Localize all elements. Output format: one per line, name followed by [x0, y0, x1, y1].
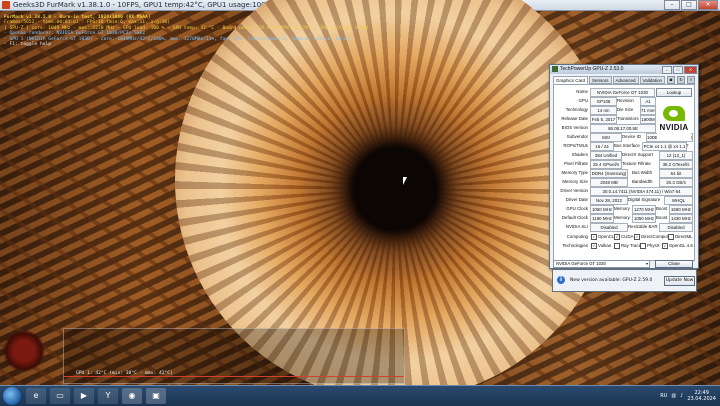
row-memory-type: Memory Type DDR4 (Samsung) Bus Width 64 …	[554, 168, 694, 178]
media-player-icon[interactable]: ▶	[74, 388, 94, 404]
directml-checkbox[interactable]	[668, 233, 674, 240]
network-icon[interactable]: ▥	[671, 393, 676, 399]
gpuz-window: TechPowerUp GPU-Z 2.53.0 – □ ✕ Graphics …	[549, 64, 699, 269]
yandex-browser-icon[interactable]: Y	[98, 388, 118, 404]
gpuz-window-title: TechPowerUp GPU-Z 2.53.0	[560, 66, 624, 72]
ie-icon[interactable]: e	[26, 388, 46, 404]
taskbar: e ▭ ▶ Y ◉ ▣ RU ▥ ♪ 22:49 23.04.2024	[0, 385, 720, 406]
gpuz-app-icon	[552, 66, 558, 72]
gpuz-close-dialog-button[interactable]: Close	[655, 260, 693, 268]
graphics-card-panel: Name NVIDIA GeForce GT 1030 Lookup GPU G…	[553, 84, 695, 261]
camera-icon[interactable]: ◙	[667, 76, 675, 84]
update-message: New version available: GPU-Z 2.59.0	[570, 278, 653, 283]
system-tray: RU ▥ ♪ 22:49 23.04.2024	[660, 386, 720, 406]
furmark-window-title: Geeks3D FurMark v1.38.1.0 - 10FPS, GPU1 …	[13, 1, 273, 9]
raytracing-checkbox[interactable]	[614, 242, 620, 249]
gpuz-minimize-button[interactable]: –	[662, 66, 672, 74]
language-indicator[interactable]: RU	[660, 393, 667, 399]
gpuz-titlebar[interactable]: TechPowerUp GPU-Z 2.53.0 – □ ✕	[550, 65, 698, 74]
tab-advanced[interactable]: Advanced	[612, 76, 639, 84]
physx-checkbox[interactable]	[640, 242, 646, 249]
maximize-button[interactable]: □	[681, 0, 697, 10]
cuda-checkbox[interactable]: ✓	[614, 233, 620, 240]
tab-validation[interactable]: Validation	[639, 76, 665, 84]
info-icon: i	[557, 276, 565, 284]
tab-sensors[interactable]: Sensors	[589, 76, 612, 84]
opencl-checkbox[interactable]: ✓	[591, 233, 597, 240]
clock[interactable]: 22:49 23.04.2024	[687, 390, 716, 402]
row-computing: Computing ✓ OpenCL ✓ CUDA ✓ DirectCompute D…	[566, 233, 693, 240]
nvidia-logo: NVIDIA	[657, 104, 691, 140]
row-fillrate: Pixel Fillrate 25.4 GPixel/s Texture Fil…	[554, 159, 694, 169]
gpuz-tabs: Graphics Card Sensors Advanced Validatio…	[553, 76, 665, 84]
row-default-clock: Default Clock 1190 MHz Memory 1050 MHz B…	[561, 214, 693, 223]
furmark-taskbar-icon[interactable]: ◉	[122, 388, 142, 404]
help-icon[interactable]: ?	[686, 141, 688, 150]
start-button[interactable]	[3, 387, 21, 405]
tab-graphics-card[interactable]: Graphics Card	[553, 76, 589, 84]
directcompute-checkbox[interactable]: ✓	[634, 233, 640, 240]
refresh-icon[interactable]: ↻	[677, 76, 685, 84]
explorer-icon[interactable]: ▭	[50, 388, 70, 404]
close-button[interactable]: ✕	[698, 0, 718, 10]
mouse-cursor-icon	[403, 177, 409, 185]
menu-icon[interactable]: ≡	[687, 76, 695, 84]
temperature-graph-label: GPU 1: 42°C (min: 38°C - max: 42°C)	[76, 371, 173, 376]
opengl-checkbox[interactable]: ✓	[662, 242, 668, 249]
row-driver-version: Driver Version 30.0.14.7411 (NVIDIA 474.…	[554, 186, 694, 196]
gpuz-taskbar-icon[interactable]: ▣	[146, 388, 166, 404]
hud-gpu1: - GPU 1 (NVIDIA GeForce GT 1030) - core:…	[4, 36, 350, 42]
row-name: Name NVIDIA GeForce GT 1030 Lookup	[554, 87, 694, 97]
row-memory-size: Memory Size 2048 MB Bandwidth 20.3 GB/s	[554, 177, 694, 187]
row-gpu-clock: GPU Clock 1050 MHz Memory 1270 MHz Boost…	[566, 205, 693, 214]
update-notification: i New version available: GPU-Z 2.59.0 Up…	[552, 269, 697, 292]
gpu-select-dropdown[interactable]: NVIDIA GeForce GT 1030 ▾	[553, 260, 650, 268]
temperature-graph: GPU 1: 42°C (min: 38°C - max: 42°C)	[63, 328, 405, 384]
row-driver-date: Driver Date Nov 28, 2022 Digital Signatu…	[554, 195, 694, 205]
row-sli: NVIDIA SLI Disabled Resizable BAR Disabl…	[554, 222, 694, 232]
gpuz-close-button[interactable]: ✕	[684, 66, 697, 74]
update-now-button[interactable]: Update Now	[664, 276, 695, 286]
nvidia-eye-icon	[663, 106, 685, 121]
volume-icon[interactable]: ♪	[680, 393, 683, 399]
chevron-down-icon: ▾	[645, 261, 648, 266]
furmark-logo	[3, 330, 45, 372]
vulkan-checkbox[interactable]: ✓	[591, 242, 597, 249]
temperature-line	[64, 376, 404, 377]
furmark-hud: FurMark v1.38.1.0 - Burn-in test, 1920x1…	[4, 15, 375, 47]
hud-help: - F1: toggle help	[4, 42, 52, 48]
row-rops: ROPs/TMUs 16 / 24 Bus Interface PCIe x4 …	[563, 141, 689, 151]
furmark-app-icon	[2, 1, 10, 9]
gpuz-maximize-button[interactable]: □	[673, 66, 683, 74]
minimize-button[interactable]: –	[664, 0, 680, 10]
row-technologies: Technologies ✓ Vulkan Ray Tracing PhysX ✓…	[562, 242, 693, 249]
row-shaders: Shaders 384 Unified DirectX Support 12 (…	[554, 150, 694, 160]
